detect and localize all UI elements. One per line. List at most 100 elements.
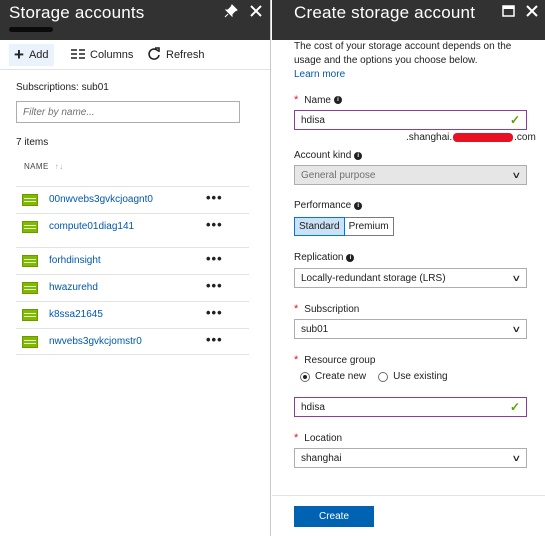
- description-text: The cost of your storage account depends…: [294, 41, 512, 66]
- plus-icon: +: [14, 45, 24, 64]
- list-item[interactable]: 00nwvebs3gvkcjoagnt0 •••: [16, 186, 249, 213]
- storage-account-name[interactable]: k8ssa21645: [49, 309, 103, 320]
- domain-suffix: .shanghai. .com: [406, 132, 536, 143]
- required-marker: *: [294, 303, 299, 315]
- name-column-header[interactable]: NAME ↑↓: [24, 162, 64, 171]
- more-options-icon[interactable]: •••: [206, 190, 223, 205]
- info-icon[interactable]: i: [354, 201, 363, 210]
- chevron-down-icon: ∨: [511, 169, 522, 180]
- create-new-radio[interactable]: Create new: [300, 371, 366, 382]
- list-item[interactable]: hwazurehd •••: [16, 274, 249, 301]
- refresh-button[interactable]: Refresh: [142, 44, 210, 66]
- chevron-down-icon: ∨: [511, 452, 522, 463]
- storage-account-name[interactable]: forhdinsight: [49, 255, 101, 266]
- performance-toggle: Standard Premium: [294, 217, 394, 236]
- refresh-icon: [147, 46, 161, 64]
- create-storage-account-blade: Create storage account The cost of your …: [272, 0, 545, 536]
- account-kind-select[interactable]: General purpose ∨: [294, 165, 527, 185]
- name-label-text: Name: [304, 94, 331, 106]
- radio-unselected-icon: [378, 371, 389, 382]
- use-existing-label: Use existing: [393, 371, 448, 382]
- performance-label: Performance i: [294, 200, 363, 211]
- more-options-icon[interactable]: •••: [206, 332, 223, 347]
- performance-premium-option[interactable]: Premium: [344, 217, 394, 236]
- create-button[interactable]: Create: [294, 506, 374, 527]
- resource-group-value: hdisa: [301, 401, 325, 413]
- required-marker: *: [294, 354, 299, 366]
- replication-label-text: Replication: [294, 252, 344, 263]
- location-select[interactable]: shanghai ∨: [294, 448, 527, 468]
- subscriptions-filter-text[interactable]: Subscriptions: sub01: [16, 82, 109, 93]
- more-options-icon[interactable]: •••: [206, 278, 223, 293]
- columns-icon: [71, 48, 85, 62]
- storage-account-name[interactable]: nwvebs3gvkcjomstr0: [49, 336, 142, 347]
- use-existing-radio[interactable]: Use existing: [378, 371, 448, 382]
- resource-group-label-text: Resource group: [304, 354, 376, 366]
- storage-account-name[interactable]: hwazurehd: [49, 282, 98, 293]
- columns-button[interactable]: Columns: [66, 44, 138, 66]
- toolbar: + Add Columns Refresh: [0, 40, 270, 70]
- subscription-label: * Subscription: [294, 303, 359, 315]
- performance-standard-option[interactable]: Standard: [294, 217, 345, 236]
- more-options-icon[interactable]: •••: [206, 305, 223, 320]
- storage-account-name[interactable]: 00nwvebs3gvkcjoagnt0: [49, 194, 153, 205]
- blade-header: Create storage account: [272, 0, 545, 40]
- info-icon[interactable]: i: [354, 151, 363, 160]
- name-input[interactable]: hdisa ✓: [294, 110, 527, 130]
- subscription-label-text: Subscription: [304, 303, 360, 315]
- more-options-icon[interactable]: •••: [206, 251, 223, 266]
- maximize-icon[interactable]: [499, 4, 517, 22]
- check-icon: ✓: [509, 400, 520, 414]
- refresh-button-label: Refresh: [166, 49, 205, 61]
- close-icon[interactable]: [523, 4, 541, 23]
- learn-more-link[interactable]: Learn more: [294, 68, 534, 82]
- redacted-subtitle: [9, 27, 53, 32]
- more-options-icon[interactable]: •••: [206, 217, 223, 232]
- check-icon: ✓: [509, 113, 520, 127]
- storage-account-icon: [22, 194, 38, 206]
- add-button-label: Add: [28, 49, 49, 61]
- account-kind-label-text: Account kind: [294, 150, 352, 161]
- performance-label-text: Performance: [294, 200, 352, 211]
- account-kind-value: General purpose: [301, 169, 376, 181]
- sort-icon: ↑↓: [54, 162, 64, 171]
- required-marker: *: [294, 94, 299, 106]
- blade-title: Storage accounts: [9, 3, 145, 22]
- chevron-down-icon: ∨: [511, 323, 522, 334]
- storage-accounts-blade: Storage accounts + Add Columns Refresh S…: [0, 0, 271, 536]
- storage-account-icon: [22, 221, 38, 233]
- resource-group-label: * Resource group: [294, 354, 375, 366]
- list-item[interactable]: compute01diag141 •••: [16, 213, 249, 247]
- list-item[interactable]: forhdinsight •••: [16, 247, 249, 274]
- location-label-text: Location: [304, 432, 343, 444]
- list-item[interactable]: nwvebs3gvkcjomstr0 •••: [16, 328, 249, 355]
- info-icon[interactable]: i: [346, 253, 355, 262]
- item-count: 7 items: [16, 137, 49, 148]
- filter-by-name-input[interactable]: [16, 101, 240, 123]
- close-icon[interactable]: [247, 4, 265, 23]
- columns-button-label: Columns: [90, 49, 134, 61]
- storage-account-icon: [22, 282, 38, 294]
- radio-selected-icon: [300, 371, 310, 382]
- add-button[interactable]: + Add: [9, 44, 54, 66]
- replication-label: Replication i: [294, 252, 355, 263]
- domain-suffix-prefix: .shanghai.: [406, 132, 453, 143]
- create-new-label: Create new: [315, 371, 367, 382]
- domain-suffix-end: .com: [514, 132, 536, 143]
- list-item[interactable]: k8ssa21645 •••: [16, 301, 249, 328]
- blade-header: Storage accounts: [0, 0, 270, 40]
- location-label: * Location: [294, 432, 342, 444]
- storage-account-name[interactable]: compute01diag141: [49, 221, 134, 232]
- storage-account-icon: [22, 309, 38, 321]
- subscription-value: sub01: [301, 323, 329, 335]
- storage-account-list: 00nwvebs3gvkcjoagnt0 ••• compute01diag14…: [16, 186, 249, 355]
- account-kind-label: Account kind i: [294, 150, 363, 161]
- subscription-select[interactable]: sub01 ∨: [294, 319, 527, 339]
- chevron-down-icon: ∨: [511, 272, 522, 283]
- info-icon[interactable]: i: [333, 96, 342, 104]
- pin-icon[interactable]: [222, 4, 240, 23]
- cost-description: The cost of your storage account depends…: [294, 40, 534, 82]
- name-input-value: hdisa: [301, 114, 325, 126]
- replication-select[interactable]: Locally-redundant storage (LRS) ∨: [294, 268, 527, 288]
- resource-group-input[interactable]: hdisa ✓: [294, 397, 527, 417]
